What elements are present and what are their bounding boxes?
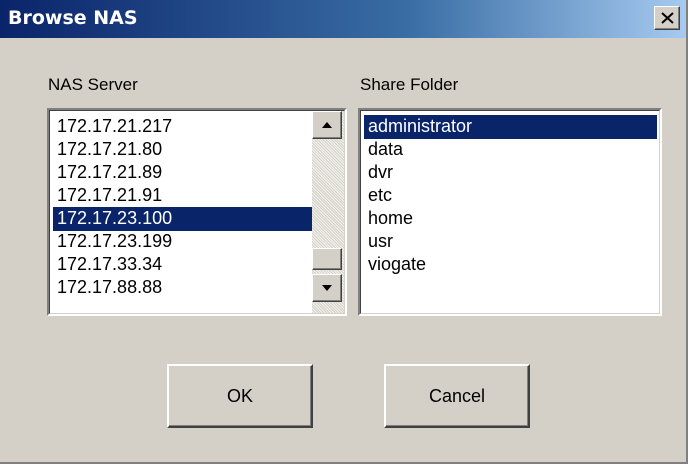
share-folder-list-frame: administrator data dvr etc home usr viog… xyxy=(360,110,660,314)
list-item[interactable]: 172.17.88.88 xyxy=(53,276,313,300)
list-item[interactable]: 172.17.21.91 xyxy=(53,184,313,208)
cancel-button-label: Cancel xyxy=(428,386,486,406)
list-item[interactable]: 172.17.33.34 xyxy=(53,253,313,277)
list-item[interactable]: data xyxy=(364,138,657,162)
list-item[interactable]: usr xyxy=(364,230,657,254)
scroll-up-button[interactable] xyxy=(312,111,342,139)
ok-button-label: OK xyxy=(226,386,253,406)
arrow-down-icon xyxy=(322,285,332,291)
window-title: Browse NAS xyxy=(8,7,138,29)
arrow-up-icon xyxy=(322,122,332,128)
scroll-thumb[interactable] xyxy=(312,248,342,270)
list-item[interactable]: etc xyxy=(364,184,657,208)
nas-server-list[interactable]: 172.17.21.217 172.17.21.80 172.17.21.89 … xyxy=(47,108,347,316)
nas-server-list-frame: 172.17.21.217 172.17.21.80 172.17.21.89 … xyxy=(49,110,345,314)
nas-server-label: NAS Server xyxy=(48,75,138,94)
close-icon xyxy=(661,12,674,24)
title-bar[interactable]: Browse NAS xyxy=(0,0,686,38)
list-item[interactable]: dvr xyxy=(364,161,657,185)
nas-server-scrollbar[interactable] xyxy=(312,111,344,313)
list-item[interactable]: 172.17.23.199 xyxy=(53,230,313,254)
list-item-selected[interactable]: administrator xyxy=(364,115,657,139)
list-item[interactable]: home xyxy=(364,207,657,231)
browse-nas-dialog: Browse NAS NAS Server Share Folder 172.1… xyxy=(0,0,688,464)
list-item[interactable]: 172.17.21.80 xyxy=(53,138,313,162)
share-folder-list[interactable]: administrator data dvr etc home usr viog… xyxy=(358,108,662,316)
list-item-selected[interactable]: 172.17.23.100 xyxy=(53,207,313,231)
list-item[interactable]: 172.17.21.217 xyxy=(53,115,313,139)
list-item[interactable]: 172.17.21.89 xyxy=(53,161,313,185)
close-button[interactable] xyxy=(654,6,680,30)
scroll-down-button[interactable] xyxy=(312,274,342,302)
ok-button[interactable]: OK xyxy=(167,364,313,428)
share-folder-label: Share Folder xyxy=(360,75,459,94)
list-item[interactable]: viogate xyxy=(364,253,657,277)
cancel-button[interactable]: Cancel xyxy=(384,364,530,428)
